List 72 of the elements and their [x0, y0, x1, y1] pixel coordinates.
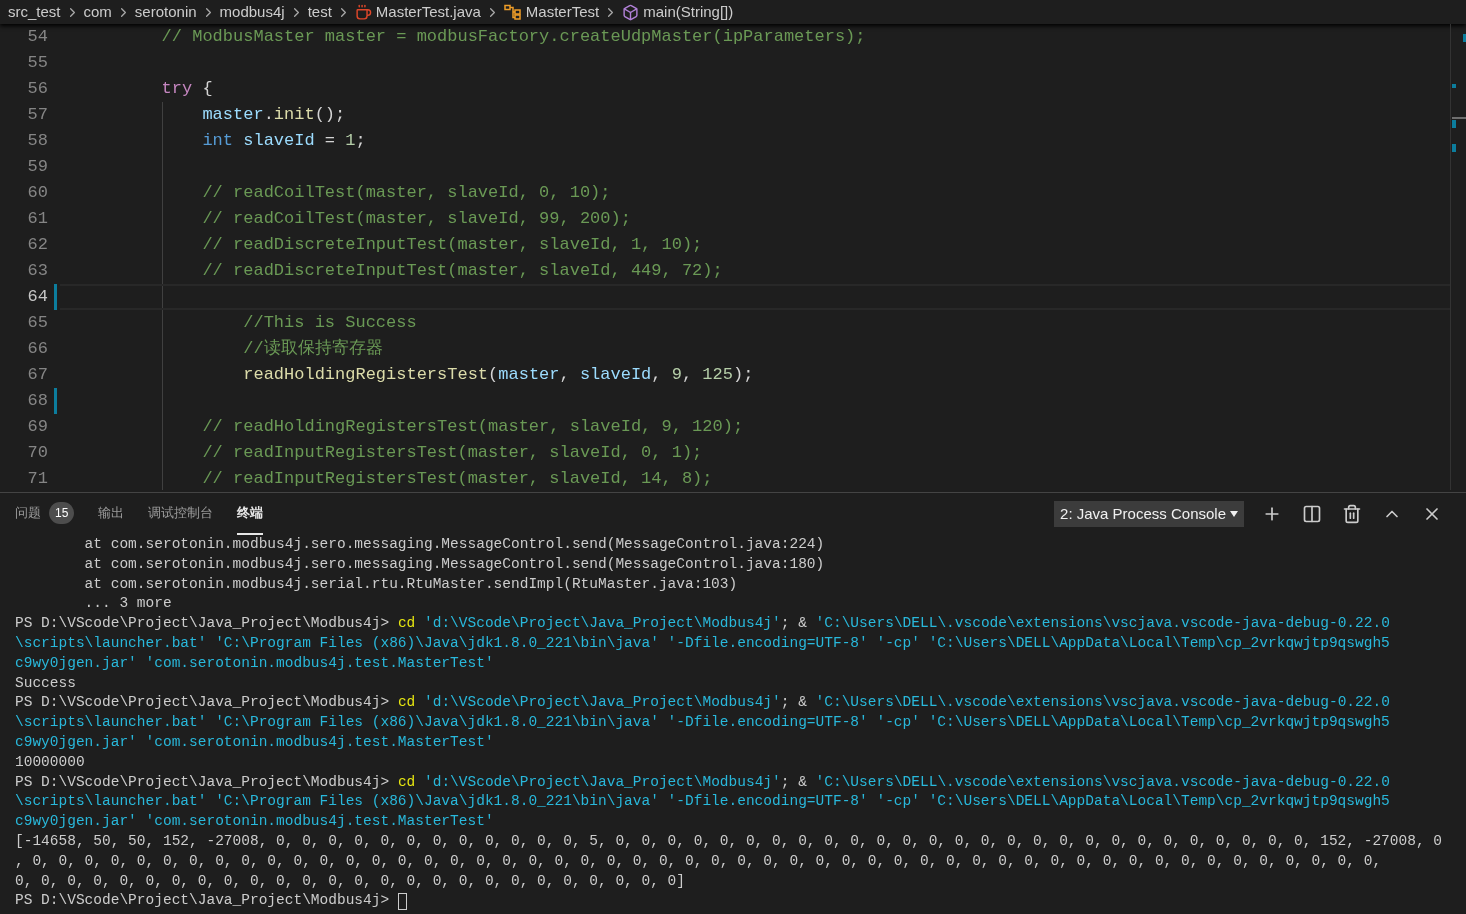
terminal-line: PS D:\VScode\Project\Java_Project\Modbus4j>: [15, 891, 391, 911]
line-number: 65: [26, 312, 49, 334]
terminal-line: PS D:\VScode\Project\Java_Project\Modbus4j> cd 'd:\VScode\Project\Java_Project\Modbus4j'; & 'C:\Users\DELL\.vscode\extensions\vscjava.vscode-java-debug-0.22.0: [15, 693, 1390, 713]
terminal-cursor: [397, 892, 407, 910]
terminal-line: Success: [15, 673, 76, 693]
panel-tab[interactable]: 调试控制台: [148, 493, 214, 535]
code-line: int slaveId = 1;: [201, 130, 366, 153]
line-number: 58: [26, 130, 49, 152]
panel-tab[interactable]: 输出: [98, 493, 125, 535]
terminal-line: at com.serotonin.modbus4j.sero.messaging.MessageControl.send(MessageControl.java:180): [83, 554, 825, 574]
breadcrumb-item[interactable]: test: [307, 0, 332, 24]
breadcrumb-item[interactable]: main(String[]): [643, 0, 734, 24]
terminal-line: c9wy0jgen.jar' 'com.serotonin.modbus4j.test.MasterTest': [15, 812, 494, 832]
line-number: 55: [26, 52, 49, 74]
terminal-line: \scripts\launcher.bat' 'C:\Program Files (x86)\Java\jdk1.8.0_221\bin\java' '-Dfile.encoding=UTF-8' '-cp' 'C:\Users\DELL\AppData\Local\Temp\cp_2vrkqwjtp9qswgh5: [15, 634, 1390, 653]
line-number: 71: [26, 468, 49, 490]
count-badge: 15: [49, 502, 75, 524]
method-icon: [622, 3, 640, 21]
code-line: // readInputRegistersTest(master, slaveId, 0, 1);: [201, 442, 703, 465]
code-line: // readInputRegistersTest(master, slaveId, 14, 8);: [201, 468, 713, 490]
code-line: // readCoilTest(master, slaveId, 0, 10);: [201, 182, 611, 205]
breadcrumb-item[interactable]: MasterTest.java: [375, 0, 481, 24]
terminal-line: [-14658, 50, 50, 152, -27008, 0, 0, 0, 0, 0, 0, 0, 0, 0, 0, 0, 0, 5, 0, 0, 0, 0, 0, 0, 0, 0, 0, 0, 0, 0, 0, 0, 0, 0, 0, 0, 0, 0, 0, 0, 0, 0, 0, 0, 0, 152, -27008, 0: [15, 831, 1443, 851]
line-number: 60: [26, 182, 49, 204]
terminal-dropdown[interactable]: 2: Java Process Console: [1054, 501, 1244, 527]
terminal-line: at com.serotonin.modbus4j.serial.rtu.RtuMaster.sendImpl(RtuMaster.java:103): [83, 574, 738, 594]
terminal-line: , 0, 0, 0, 0, 0, 0, 0, 0, 0, 0, 0, 0, 0, 0, 0, 0, 0, 0, 0, 0, 0, 0, 0, 0, 0, 0, 0, 0, 0, 0, 0, 0, 0, 0, 0, 0, 0, 0, 0, 0, 0, 0, 0, 0, 0, 0, 0, 0, 0, 0, 0, 0,: [15, 851, 1382, 871]
breadcrumb-item[interactable]: serotonin: [134, 0, 197, 24]
line-number: 56: [26, 78, 49, 100]
terminal-line: c9wy0jgen.jar' 'com.serotonin.modbus4j.test.MasterTest': [15, 653, 494, 673]
terminal-line: \scripts\launcher.bat' 'C:\Program Files (x86)\Java\jdk1.8.0_221\bin\java' '-Dfile.encoding=UTF-8' '-cp' 'C:\Users\DELL\AppData\Local\Temp\cp_2vrkqwjtp9qswgh5: [15, 713, 1390, 733]
line-number: 63: [26, 260, 49, 282]
breadcrumb-item[interactable]: src_test: [8, 0, 61, 24]
terminal-line: at com.serotonin.modbus4j.sero.messaging.MessageControl.send(MessageControl.java:224): [83, 535, 825, 554]
terminal-line: PS D:\VScode\Project\Java_Project\Modbus4j> cd 'd:\VScode\Project\Java_Project\Modbus4j'; & 'C:\Users\DELL\.vscode\extensions\vscjava.vscode-java-debug-0.22.0: [15, 614, 1390, 634]
terminal-line: \scripts\launcher.bat' 'C:\Program Files (x86)\Java\jdk1.8.0_221\bin\java' '-Dfile.encoding=UTF-8' '-cp' 'C:\Users\DELL\AppData\Local\Temp\cp_2vrkqwjtp9qswgh5: [15, 792, 1390, 812]
code-line: //读取保持寄存器: [242, 337, 383, 361]
breadcrumb-item[interactable]: MasterTest: [525, 0, 600, 24]
class-icon: [503, 4, 522, 20]
code-line: readHoldingRegistersTest(master, slaveId, 9, 125);: [242, 364, 754, 387]
terminal-line: 0, 0, 0, 0, 0, 0, 0, 0, 0, 0, 0, 0, 0, 0, 0, 0, 0, 0, 0, 0, 0, 0, 0, 0, 0, 0]: [15, 871, 685, 891]
line-number: 68: [0, 388, 57, 414]
code-line: // ModbusMaster master = modbusFactory.createUdpMaster(ipParameters);: [160, 26, 866, 49]
trash-icon[interactable]: [1342, 504, 1362, 524]
code-line: master.init();: [201, 104, 346, 127]
code-line: // readCoilTest(master, slaveId, 99, 200);: [201, 208, 631, 231]
java-file-icon: [354, 3, 372, 21]
panel-tab[interactable]: 问题 15: [15, 493, 75, 535]
line-number: 64: [0, 284, 57, 310]
line-number: 69: [26, 416, 49, 438]
terminal-line: 10000000: [15, 752, 85, 772]
line-number: 70: [26, 442, 49, 464]
code-line: try {: [160, 78, 213, 101]
panel-tab[interactable]: 终端: [237, 493, 264, 535]
terminal-line: ... 3 more: [83, 594, 172, 614]
line-number: 67: [26, 364, 49, 386]
terminal-line: PS D:\VScode\Project\Java_Project\Modbus4j> cd 'd:\VScode\Project\Java_Project\Modbus4j'; & 'C:\Users\DELL\.vscode\extensions\vscjava.vscode-java-debug-0.22.0: [15, 772, 1390, 792]
line-number: 61: [26, 208, 49, 230]
breadcrumb-item[interactable]: com: [83, 0, 112, 24]
caret-icon: [1230, 511, 1238, 517]
breadcrumb-item[interactable]: modbus4j: [219, 0, 285, 24]
code-line: // readDiscreteInputTest(master, slaveId, 1, 10);: [201, 234, 703, 257]
line-number: 59: [26, 156, 49, 178]
line-number: 57: [26, 104, 49, 126]
code-line: // readDiscreteInputTest(master, slaveId, 449, 72);: [201, 260, 723, 283]
terminal-line: c9wy0jgen.jar' 'com.serotonin.modbus4j.test.MasterTest': [15, 732, 494, 752]
code-line: // readHoldingRegistersTest(master, slaveId, 9, 120);: [201, 416, 744, 439]
split-icon[interactable]: [1302, 504, 1322, 524]
line-number: 54: [26, 26, 49, 48]
code-line: //This is Success: [242, 312, 417, 335]
line-number: 66: [26, 338, 49, 360]
line-number: 62: [26, 234, 49, 256]
